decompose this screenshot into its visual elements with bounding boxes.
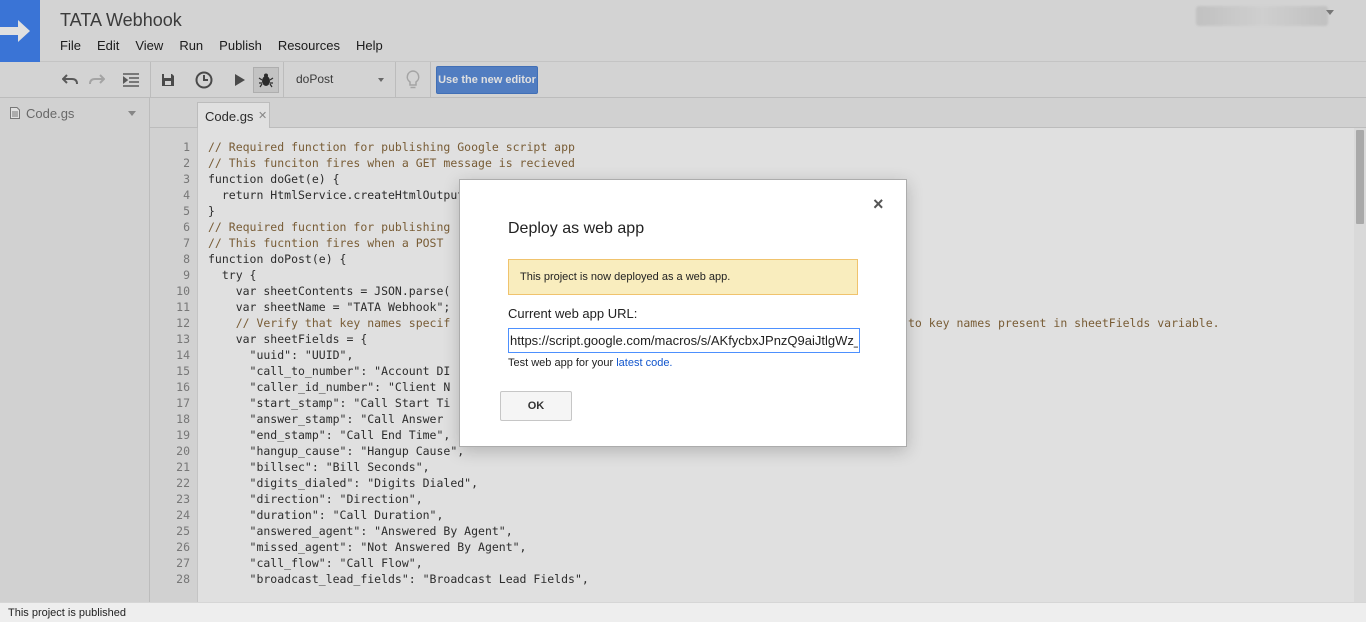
url-label: Current web app URL: [508, 306, 638, 321]
status-text: This project is published [8, 607, 127, 619]
web-app-url-input[interactable] [508, 328, 860, 353]
test-prefix: Test web app for your [508, 357, 617, 369]
close-icon[interactable]: × [873, 194, 884, 215]
deploy-dialog: × Deploy as web app This project is now … [459, 179, 907, 447]
status-bar: This project is published [0, 602, 1366, 622]
dialog-title: Deploy as web app [508, 220, 645, 237]
ok-button[interactable]: OK [500, 391, 572, 421]
test-web-app-text: Test web app for your latest code. [508, 357, 673, 369]
deploy-notice: This project is now deployed as a web ap… [508, 259, 858, 295]
latest-code-link[interactable]: latest code. [616, 357, 672, 369]
